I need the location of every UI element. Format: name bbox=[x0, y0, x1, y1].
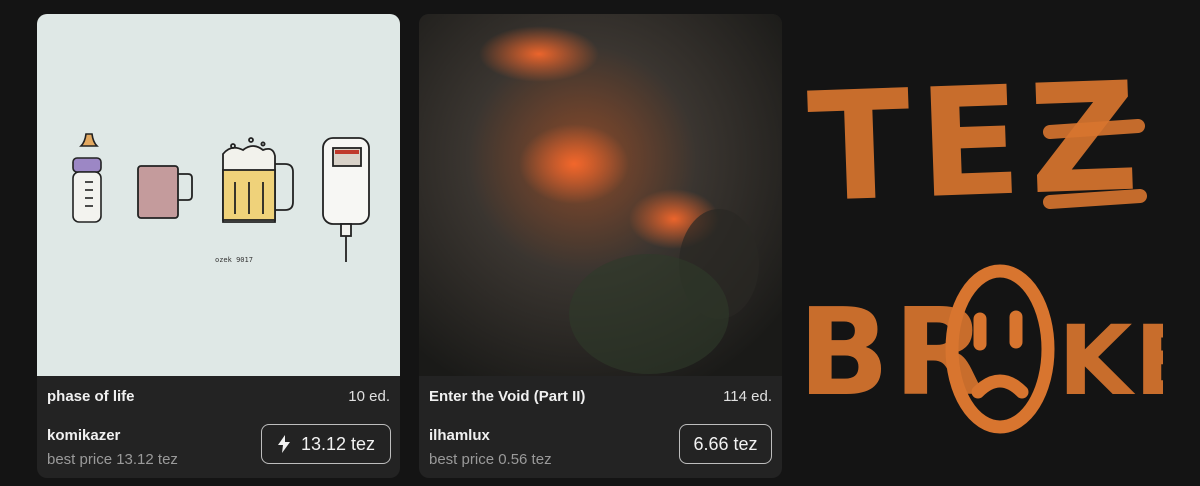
nft-card[interactable]: ozek 9017 phase of life 10 ed. komikazer… bbox=[37, 14, 400, 478]
nft-card[interactable]: Enter the Void (Part II) 114 ed. ilhamlu… bbox=[419, 14, 782, 478]
artist-name[interactable]: komikazer bbox=[47, 427, 120, 444]
collect-button[interactable]: 13.12 tez bbox=[261, 424, 391, 464]
artwork-phase-of-life[interactable]: ozek 9017 bbox=[37, 14, 400, 376]
artwork-enter-the-void[interactable] bbox=[419, 14, 782, 376]
best-price-label: best price 13.12 tez bbox=[47, 451, 178, 468]
collect-button[interactable]: 6.66 tez bbox=[679, 424, 772, 464]
artist-signature: ozek 9017 bbox=[215, 256, 253, 264]
banner-line-tez: TEZ bbox=[805, 50, 1148, 236]
editions-count: 114 ed. bbox=[723, 388, 772, 405]
price-label: 6.66 tez bbox=[693, 433, 758, 454]
nft-card[interactable]: TEZ BR KE bbox=[800, 14, 1163, 478]
price-label: 13.12 tez bbox=[300, 433, 376, 454]
editions-count: 10 ed. bbox=[348, 388, 390, 405]
artist-name[interactable]: ilhamlux bbox=[429, 427, 490, 444]
artwork-tez-broke[interactable]: TEZ BR KE bbox=[800, 14, 1163, 478]
card-title[interactable]: phase of life bbox=[47, 388, 135, 405]
best-price-label: best price 0.56 tez bbox=[429, 451, 552, 468]
banner-line-ke: KE bbox=[1058, 305, 1163, 417]
lightning-icon bbox=[277, 435, 290, 453]
card-title[interactable]: Enter the Void (Part II) bbox=[429, 388, 585, 405]
